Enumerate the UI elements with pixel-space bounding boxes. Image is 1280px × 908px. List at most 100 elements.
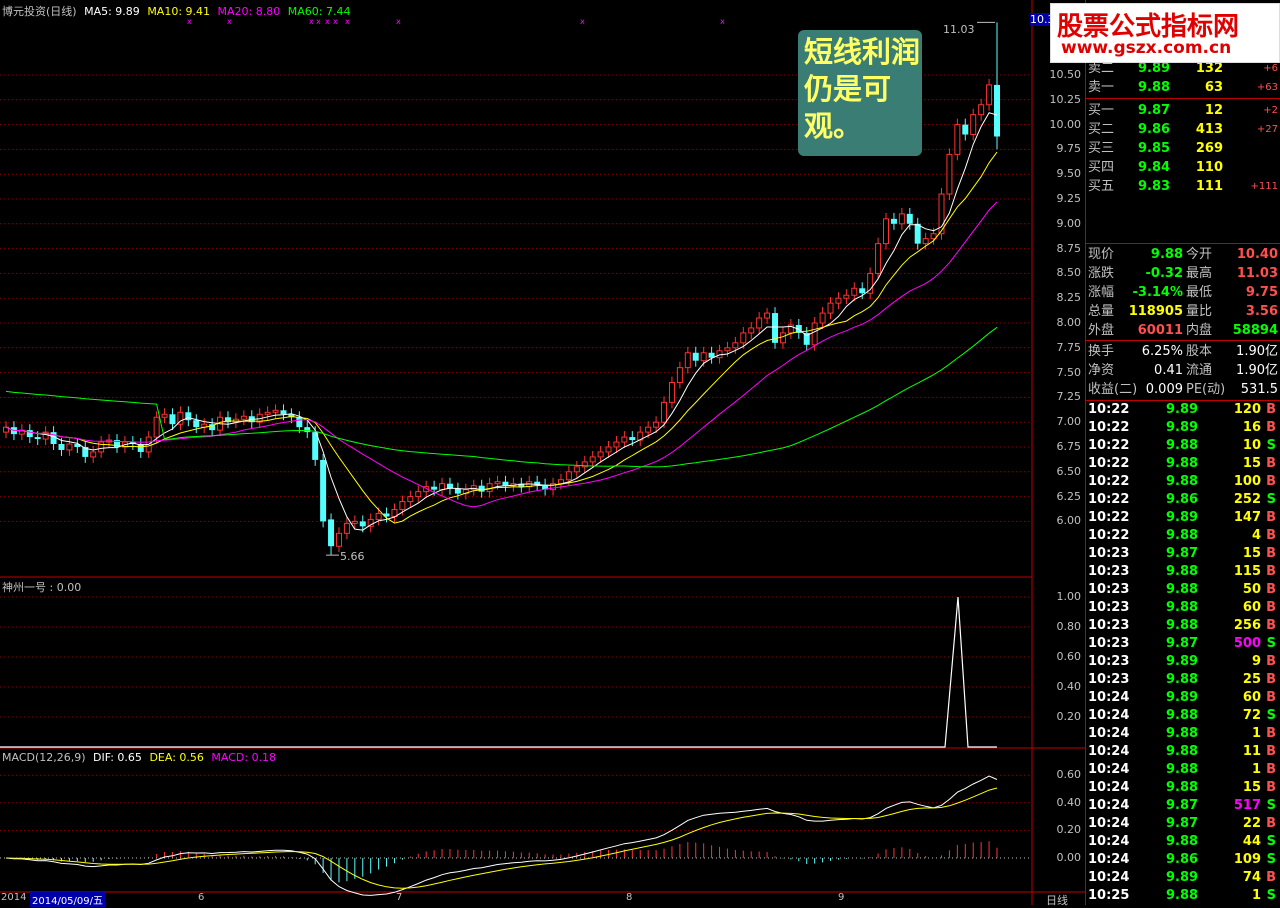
kline-chart[interactable]: xxxxxxxxxx bbox=[0, 0, 1085, 905]
tick-side: B bbox=[1266, 672, 1276, 687]
ma5-value: MA5: 9.89 bbox=[84, 5, 140, 18]
price-tick: 6.50 bbox=[1056, 464, 1082, 478]
tick-vol: 1 bbox=[1251, 726, 1261, 741]
signal-marker: x bbox=[580, 17, 585, 26]
tick-price: 9.88 bbox=[1166, 834, 1199, 849]
price-tick: 7.75 bbox=[1056, 340, 1082, 354]
book-price: 9.83 bbox=[1138, 179, 1171, 194]
candle-body-up bbox=[90, 451, 97, 458]
sub1-tick: 0.40 bbox=[1056, 680, 1082, 693]
candle-body-up bbox=[375, 512, 382, 520]
tick-vol: 147 bbox=[1233, 510, 1261, 525]
period-tab[interactable]: 日线 bbox=[1046, 892, 1068, 908]
book-vol: 269 bbox=[1195, 141, 1223, 156]
chart-grid: xxxxxxxxxx bbox=[0, 0, 1085, 905]
tick-price: 9.89 bbox=[1166, 420, 1199, 435]
tick-time: 10:24 bbox=[1088, 744, 1130, 759]
bid-row-4[interactable]: 买四 9.84 110 bbox=[1086, 158, 1280, 177]
book-price: 9.85 bbox=[1138, 141, 1171, 156]
candle-body-up bbox=[589, 456, 596, 463]
tick-price: 9.88 bbox=[1166, 474, 1199, 489]
quote-label: 今开 bbox=[1186, 247, 1213, 262]
tick-price: 9.88 bbox=[1166, 582, 1199, 597]
candle-body-up bbox=[819, 312, 826, 324]
macd-title: MACD(12,26,9) bbox=[2, 751, 86, 764]
candle-body-down bbox=[502, 481, 509, 486]
macd-panel bbox=[0, 775, 1032, 896]
price-tick: 8.00 bbox=[1056, 316, 1082, 329]
ma60-value: MA60: 7.44 bbox=[287, 5, 351, 18]
tick-vol: 1 bbox=[1251, 762, 1261, 777]
month-6: 6 bbox=[198, 892, 205, 903]
candle-body-down bbox=[859, 288, 866, 294]
tick-row: 10:23 9.88 115 B bbox=[1086, 563, 1280, 581]
candle-body-up bbox=[676, 367, 683, 384]
low-price-label: 5.66 bbox=[340, 550, 365, 563]
stats-value: 0.009 bbox=[1145, 382, 1183, 397]
tick-side: S bbox=[1266, 834, 1276, 849]
tick-row: 10:25 9.88 1 S bbox=[1086, 887, 1280, 905]
ask-row-1[interactable]: 卖一 9.88 63 +63 bbox=[1086, 78, 1280, 97]
price-tick: 8.50 bbox=[1056, 266, 1082, 280]
book-label: 买三 bbox=[1088, 141, 1115, 156]
tick-vol: 4 bbox=[1251, 528, 1261, 543]
candle-body-up bbox=[351, 520, 358, 524]
annotation-note: 短线利润仍是可观。 bbox=[798, 30, 922, 156]
tick-vol: 15 bbox=[1242, 456, 1261, 471]
stats-label: 股本 bbox=[1186, 344, 1213, 359]
tick-side: B bbox=[1266, 420, 1276, 435]
tick-price: 9.88 bbox=[1166, 564, 1199, 579]
date-start: 2014 bbox=[1, 892, 27, 903]
tick-time: 10:22 bbox=[1088, 402, 1130, 417]
tick-row: 10:24 9.88 1 B bbox=[1086, 761, 1280, 779]
candle-body-down bbox=[914, 223, 921, 244]
tick-row: 10:22 9.88 15 B bbox=[1086, 455, 1280, 473]
quote-value: 58894 bbox=[1232, 323, 1278, 338]
book-change: +63 bbox=[1256, 82, 1278, 93]
tick-time: 10:23 bbox=[1088, 546, 1130, 561]
tick-time: 10:24 bbox=[1088, 870, 1130, 885]
tick-row: 10:24 9.86 109 S bbox=[1086, 851, 1280, 869]
tick-price: 9.88 bbox=[1166, 438, 1199, 453]
bid-row-2[interactable]: 买二 9.86 413 +27 bbox=[1086, 120, 1280, 139]
sub1-tick: 0.80 bbox=[1056, 620, 1082, 633]
tick-price: 9.88 bbox=[1166, 600, 1199, 615]
tick-row: 10:24 9.87 517 S bbox=[1086, 797, 1280, 815]
candle-body-up bbox=[494, 481, 501, 485]
signal-marker: x bbox=[396, 17, 401, 26]
candle-body-up bbox=[240, 415, 247, 420]
tick-side: B bbox=[1266, 654, 1276, 669]
stats-value: 1.90亿 bbox=[1236, 363, 1278, 378]
tick-time: 10:23 bbox=[1088, 600, 1130, 615]
tick-time: 10:24 bbox=[1088, 708, 1130, 723]
tick-time: 10:22 bbox=[1088, 456, 1130, 471]
tick-time: 10:23 bbox=[1088, 672, 1130, 687]
candle-body-up bbox=[724, 347, 731, 352]
tick-time: 10:24 bbox=[1088, 690, 1130, 705]
tick-row: 10:22 9.89 120 B bbox=[1086, 401, 1280, 419]
tick-row: 10:22 9.86 252 S bbox=[1086, 491, 1280, 509]
ma10-value: MA10: 9.41 bbox=[147, 5, 211, 18]
stats-value: 6.25% bbox=[1141, 344, 1183, 359]
price-tick: 6.75 bbox=[1056, 440, 1082, 453]
tick-side: B bbox=[1266, 618, 1276, 633]
bid-row-1[interactable]: 买一 9.87 12 +2 bbox=[1086, 101, 1280, 120]
quote-label: 涨跌 bbox=[1088, 266, 1115, 281]
bid-row-3[interactable]: 买三 9.85 269 bbox=[1086, 139, 1280, 158]
quote-value: 10.40 bbox=[1236, 247, 1278, 262]
bid-row-5[interactable]: 买五 9.83 111 +111 bbox=[1086, 177, 1280, 196]
main-header: 博元投资(日线) MA5: 9.89 MA10: 9.41 MA20: 8.80… bbox=[2, 3, 350, 19]
tick-row: 10:23 9.87 500 S bbox=[1086, 635, 1280, 653]
tick-row: 10:24 9.87 22 B bbox=[1086, 815, 1280, 833]
tick-row: 10:23 9.88 50 B bbox=[1086, 581, 1280, 599]
tick-row: 10:24 9.88 1 B bbox=[1086, 725, 1280, 743]
quote-label: 最高 bbox=[1186, 266, 1213, 281]
stats-label: PE(动) bbox=[1186, 382, 1226, 397]
sub2-header: MACD(12,26,9) DIF: 0.65 DEA: 0.56 MACD: … bbox=[2, 751, 276, 764]
tick-price: 9.88 bbox=[1166, 726, 1199, 741]
candle-body-down bbox=[296, 417, 303, 428]
annotation-text: 短线利润仍是可观。 bbox=[804, 35, 921, 143]
tick-row: 10:23 9.88 25 B bbox=[1086, 671, 1280, 689]
tick-price: 9.89 bbox=[1166, 510, 1199, 525]
ma20-value: MA20: 8.80 bbox=[217, 5, 281, 18]
